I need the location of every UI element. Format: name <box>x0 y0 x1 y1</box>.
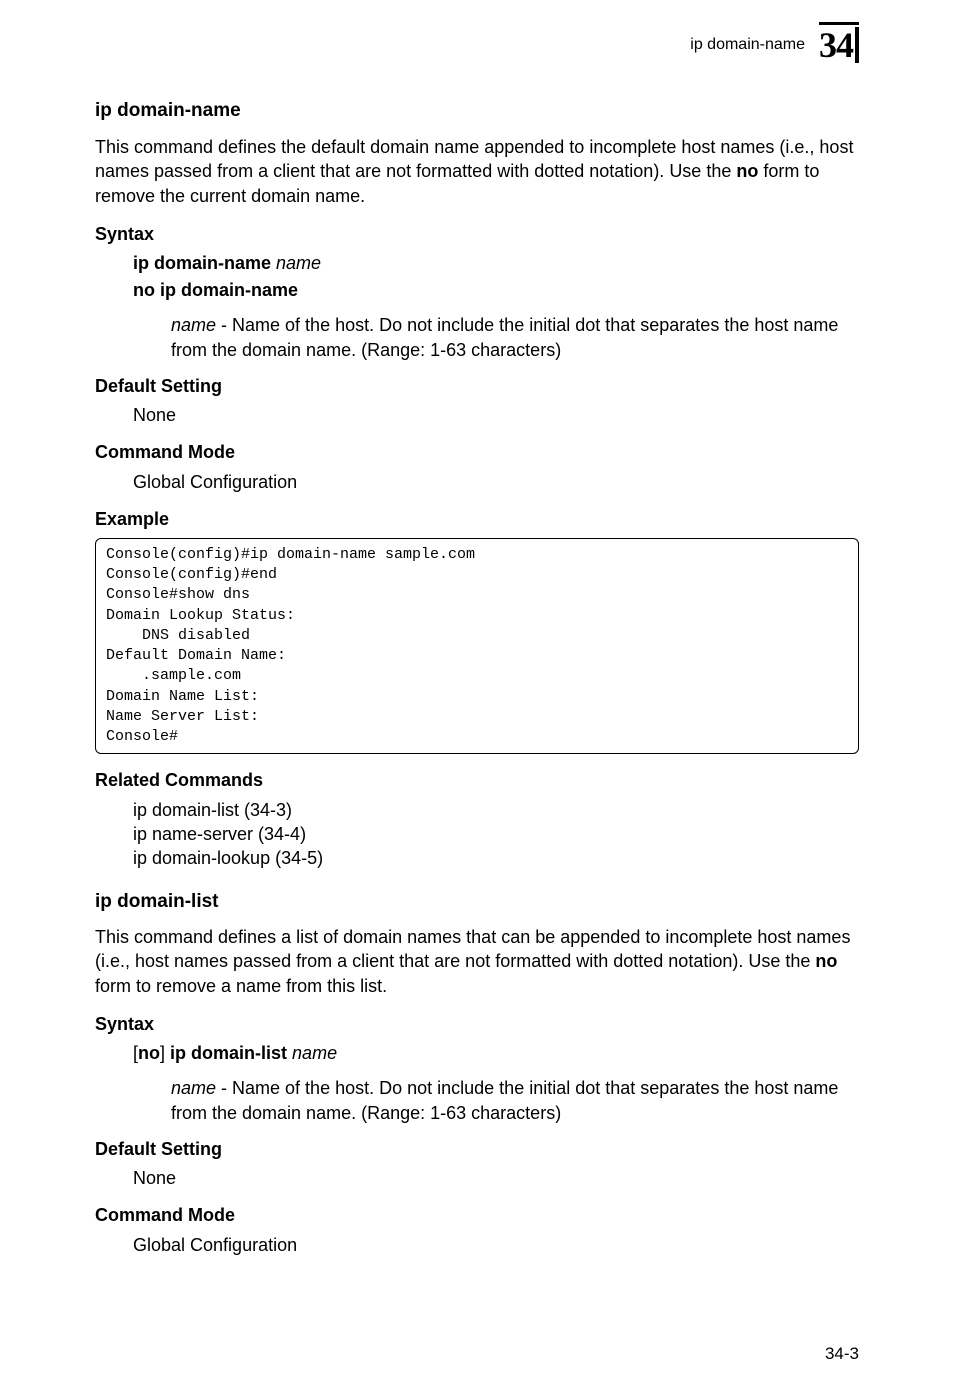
syntax-no: no <box>138 1043 160 1063</box>
syntax-cmd-no: no ip domain-name <box>133 280 298 300</box>
syntax-arg: name <box>276 253 321 273</box>
related-commands-list: ip domain-list (34-3) ip name-server (34… <box>133 798 859 871</box>
chapter-number: 34 <box>819 20 853 70</box>
desc-text-post: form to remove a name from this list. <box>95 976 387 996</box>
section1-description: This command defines the default domain … <box>95 135 859 208</box>
section-title-ip-domain-name: ip domain-name <box>95 98 859 125</box>
syntax-arg: name <box>292 1043 337 1063</box>
param-text: - Name of the host. Do not include the i… <box>171 1078 838 1122</box>
command-mode-value: Global Configuration <box>133 1233 859 1258</box>
syntax-line-2: no ip domain-name <box>133 278 859 303</box>
default-setting-value: None <box>133 403 859 428</box>
section2-description: This command defines a list of domain na… <box>95 925 859 998</box>
command-mode-value: Global Configuration <box>133 470 859 495</box>
running-head: ip domain-name <box>690 34 805 56</box>
syntax-bracket-close: ] <box>160 1043 170 1063</box>
syntax-line-1: ip domain-name name <box>133 251 859 276</box>
command-mode-heading: Command Mode <box>95 440 859 465</box>
related-item: ip name-server (34-4) <box>133 822 859 846</box>
param-name: name <box>171 315 216 335</box>
param-description: name - Name of the host. Do not include … <box>171 313 859 362</box>
related-item: ip domain-list (34-3) <box>133 798 859 822</box>
section-title-ip-domain-list: ip domain-list <box>95 889 859 916</box>
command-mode-heading: Command Mode <box>95 1203 859 1228</box>
example-heading: Example <box>95 507 859 532</box>
desc-bold-no: no <box>736 161 758 181</box>
page-header: ip domain-name 34 <box>95 20 859 70</box>
example-code-block: Console(config)#ip domain-name sample.co… <box>95 538 859 755</box>
syntax-line: [no] ip domain-list name <box>133 1041 859 1066</box>
related-item: ip domain-lookup (34-5) <box>133 846 859 870</box>
syntax-heading: Syntax <box>95 1012 859 1037</box>
param-description: name - Name of the host. Do not include … <box>171 1076 859 1125</box>
syntax-cmd: ip domain-list <box>170 1043 292 1063</box>
related-commands-heading: Related Commands <box>95 768 859 793</box>
chapter-bar-icon <box>855 27 859 63</box>
default-setting-heading: Default Setting <box>95 1137 859 1162</box>
param-name: name <box>171 1078 216 1098</box>
default-setting-value: None <box>133 1166 859 1191</box>
desc-bold-no: no <box>815 951 837 971</box>
default-setting-heading: Default Setting <box>95 374 859 399</box>
chapter-badge: 34 <box>819 20 859 70</box>
syntax-heading: Syntax <box>95 222 859 247</box>
param-text: - Name of the host. Do not include the i… <box>171 315 838 359</box>
desc-text: This command defines a list of domain na… <box>95 927 850 971</box>
page-number: 34-3 <box>825 1342 859 1366</box>
syntax-cmd: ip domain-name <box>133 253 276 273</box>
